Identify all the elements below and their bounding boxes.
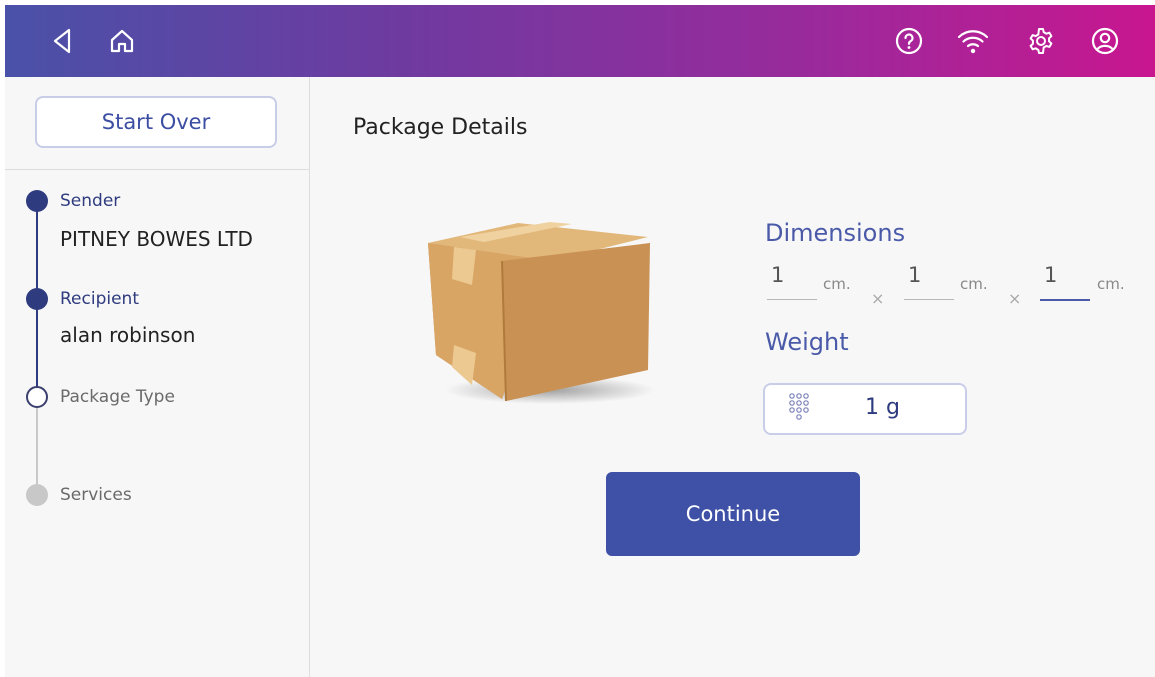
step-indicator-sender xyxy=(26,190,48,212)
keypad-icon xyxy=(789,393,809,420)
weight-label: Weight xyxy=(765,328,849,356)
height-unit: cm. xyxy=(1097,275,1125,293)
step-indicator-services xyxy=(26,484,48,506)
step-value-sender: PITNEY BOWES LTD xyxy=(60,227,253,251)
width-underline xyxy=(904,299,954,300)
top-bar xyxy=(5,5,1155,77)
width-input[interactable]: 1 xyxy=(904,263,956,303)
height-underline xyxy=(1040,299,1090,301)
page-title: Package Details xyxy=(353,115,528,140)
step-label-services: Services xyxy=(60,485,132,505)
step-connector xyxy=(36,201,38,301)
step-connector xyxy=(36,299,38,399)
sidebar-divider xyxy=(5,169,309,170)
times-symbol: × xyxy=(871,289,885,308)
times-symbol: × xyxy=(1008,289,1022,308)
length-input[interactable]: 1 xyxy=(767,263,819,303)
start-over-button[interactable]: Start Over xyxy=(35,96,277,148)
back-icon[interactable] xyxy=(44,23,80,59)
step-connector xyxy=(36,397,38,497)
step-indicator-recipient xyxy=(26,288,48,310)
app-frame: Start Over Sender PITNEY BOWES LTD Recip… xyxy=(5,5,1155,677)
height-value: 1 xyxy=(1044,263,1058,287)
home-icon[interactable] xyxy=(104,23,140,59)
step-indicator-package-type xyxy=(26,386,48,408)
help-icon[interactable] xyxy=(891,23,927,59)
step-label-recipient: Recipient xyxy=(60,289,139,309)
length-value: 1 xyxy=(771,263,785,287)
dimensions-label: Dimensions xyxy=(765,219,906,247)
continue-button[interactable]: Continue xyxy=(606,472,860,556)
wifi-icon[interactable] xyxy=(955,23,991,59)
progress-sidebar: Start Over Sender PITNEY BOWES LTD Recip… xyxy=(5,77,310,677)
weight-value: 1 g xyxy=(865,395,900,420)
step-value-recipient: alan robinson xyxy=(60,323,196,347)
account-icon[interactable] xyxy=(1087,23,1123,59)
package-box-image xyxy=(428,222,655,404)
height-input[interactable]: 1 xyxy=(1040,263,1092,303)
step-label-sender: Sender xyxy=(60,191,121,211)
length-unit: cm. xyxy=(823,275,851,293)
weight-input[interactable]: 1 g xyxy=(763,383,967,435)
width-unit: cm. xyxy=(960,275,988,293)
step-label-package-type: Package Type xyxy=(60,387,175,407)
width-value: 1 xyxy=(908,263,922,287)
length-underline xyxy=(767,299,817,300)
settings-icon[interactable] xyxy=(1023,23,1059,59)
